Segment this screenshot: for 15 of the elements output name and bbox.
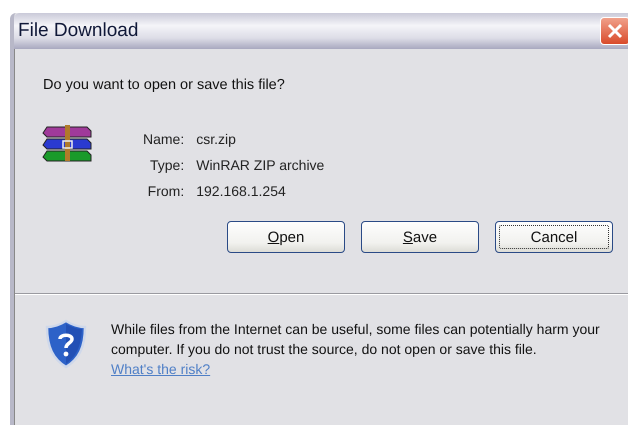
prompt-text: Do you want to open or save this file? [42,76,286,95]
field-label: Type: [148,157,184,173]
cancel-button[interactable]: Cancel [495,221,613,253]
shield-icon [45,319,87,369]
warning-text: While files from the Internet can be useful, some files can potentially harm your computer. If you do not trust the source, do not open or save this file. What's the risk? [111,320,601,379]
window-title: File Download [18,20,138,42]
save-button[interactable]: Save [361,221,479,253]
open-button[interactable]: Open [227,221,345,253]
field-value: WinRAR ZIP archive [196,157,324,173]
field-value: 192.168.1.254 [196,183,287,199]
field-value: csr.zip [196,131,237,147]
field-label: Name: [143,131,184,147]
close-icon [607,23,623,39]
field-label: From: [146,183,184,199]
close-button[interactable] [600,17,628,45]
